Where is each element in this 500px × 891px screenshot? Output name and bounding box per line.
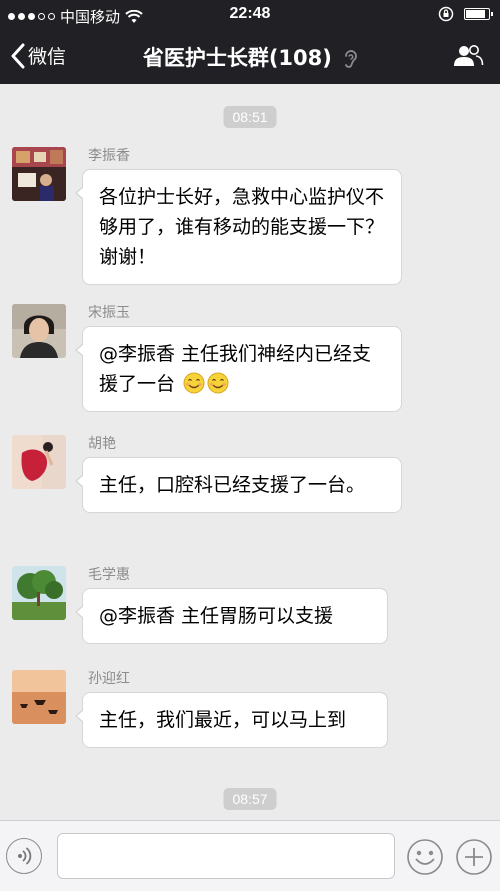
- avatar[interactable]: [12, 566, 66, 620]
- smile-emoji-icon: [207, 372, 229, 394]
- avatar[interactable]: [12, 435, 66, 489]
- message-bubble[interactable]: 主任，口腔科已经支援了一台。: [75, 457, 402, 513]
- voice-input-icon: [18, 847, 32, 865]
- avatar[interactable]: [12, 147, 66, 201]
- timestamp: 08:57: [223, 788, 277, 810]
- message-input[interactable]: [57, 833, 395, 879]
- message-bubble[interactable]: 主任，我们最近，可以马上到: [75, 692, 388, 748]
- chat-header: 微信 省医护士长群(108): [0, 28, 500, 84]
- avatar[interactable]: [12, 670, 66, 724]
- message-list[interactable]: 08:51 李振香 各位护士长好，急救中心监护仪不够用了，谁有移动的能支援一下？…: [0, 84, 500, 820]
- message-bubble[interactable]: @李振香 主任胃肠可以支援: [75, 588, 388, 644]
- message-text: 各位护士长好，急救中心监护仪不够用了，谁有移动的能支援一下？谢谢！: [99, 186, 385, 268]
- message-text: @李振香 主任胃肠可以支援: [99, 605, 334, 627]
- orientation-lock-icon: [438, 6, 454, 22]
- battery-icon: [464, 8, 493, 20]
- timestamp: 08:51: [223, 106, 277, 128]
- avatar[interactable]: [12, 304, 66, 358]
- input-toolbar: [0, 820, 500, 891]
- voice-input-button[interactable]: [6, 838, 42, 874]
- group-members-icon[interactable]: [452, 44, 484, 68]
- sender-name: 李振香: [88, 148, 130, 164]
- message-text: @李振香 主任我们神经内已经支援了一台: [99, 343, 372, 395]
- clock: 22:48: [229, 5, 271, 22]
- message-text: 主任，我们最近，可以马上到: [99, 709, 347, 731]
- status-bar: 中国移动 22:48: [0, 0, 500, 28]
- plus-icon[interactable]: [455, 838, 493, 876]
- sender-name: 宋振玉: [88, 305, 130, 321]
- message-bubble[interactable]: 各位护士长好，急救中心监护仪不够用了，谁有移动的能支援一下？谢谢！: [75, 169, 402, 285]
- sender-name: 胡艳: [88, 436, 116, 452]
- message-text: 主任，口腔科已经支援了一台。: [99, 474, 366, 496]
- sender-name: 毛学惠: [88, 567, 130, 583]
- chat-title-group: 省医护士长群(108): [0, 42, 500, 72]
- ear-icon: [345, 50, 357, 68]
- smile-emoji-icon: [183, 372, 205, 394]
- page-title: 省医护士长群(108): [142, 46, 332, 70]
- emoji-smile-icon[interactable]: [406, 838, 444, 876]
- message-bubble[interactable]: @李振香 主任我们神经内已经支援了一台: [75, 326, 402, 412]
- sender-name: 孙迎红: [88, 671, 130, 687]
